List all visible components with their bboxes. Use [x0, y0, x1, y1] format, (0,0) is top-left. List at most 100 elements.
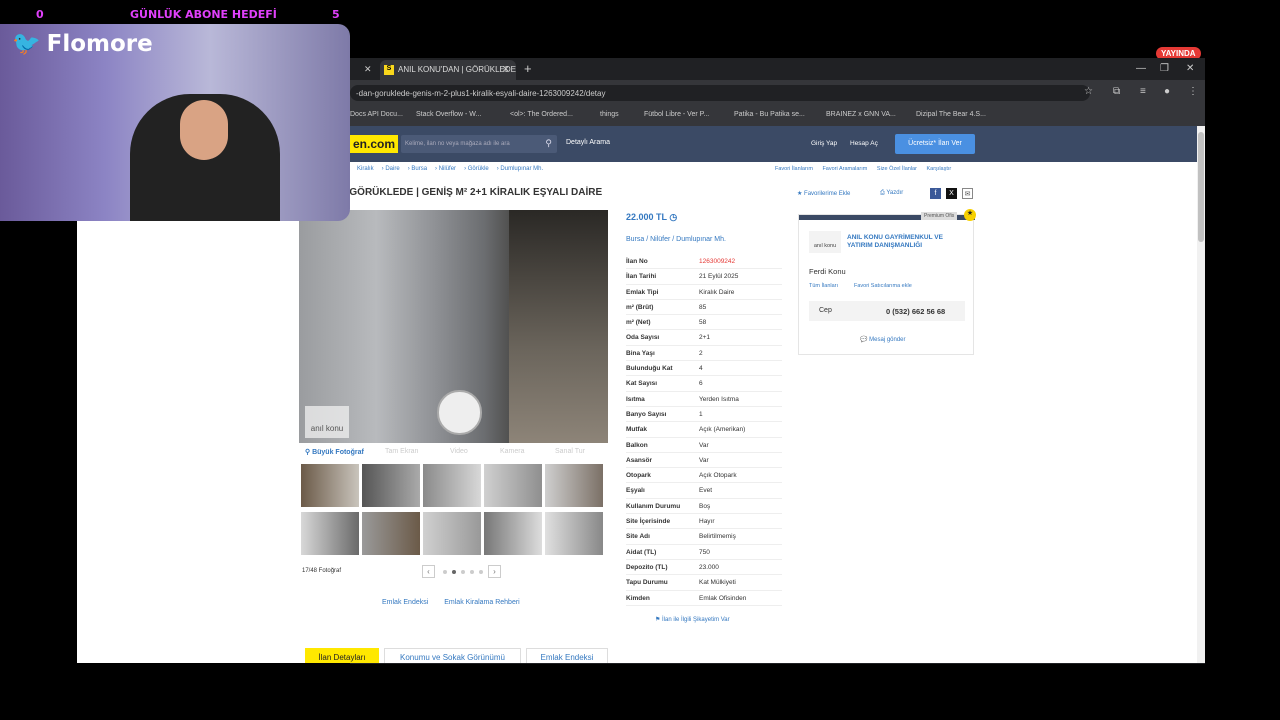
bookmark-folder[interactable]: things	[600, 111, 619, 118]
print-link[interactable]: ⎙ Yazdır	[880, 190, 903, 197]
favorite-searches-link[interactable]: Favori Aramalarım	[822, 166, 867, 172]
phone-number[interactable]: 0 (532) 662 56 68	[886, 307, 945, 316]
agent-logo[interactable]: anıl konu	[809, 231, 841, 253]
thumbnail[interactable]	[301, 512, 359, 555]
search-icon[interactable]: ⚲	[545, 138, 552, 149]
spec-key: Aidat (TL)	[626, 548, 657, 556]
thumbnail[interactable]	[362, 464, 420, 507]
pager-dot[interactable]	[470, 570, 474, 574]
fullscreen-tab[interactable]: Tam Ekran	[385, 448, 418, 455]
all-listings-link[interactable]: Tüm İlanları	[809, 283, 838, 289]
under-photo-links: Emlak Endeksi Emlak Kiralama Rehberi	[382, 599, 534, 606]
tab-listing-details[interactable]: İlan Detayları	[305, 648, 379, 663]
pager-dot[interactable]	[443, 570, 447, 574]
pager-dot[interactable]	[452, 570, 456, 574]
extensions-icon[interactable]: ⧉	[1113, 86, 1120, 97]
breadcrumb-item[interactable]: Nilüfer	[439, 166, 456, 172]
login-link[interactable]: Giriş Yap	[811, 140, 837, 147]
register-link[interactable]: Hesap Aç	[850, 140, 878, 147]
favorite-listings-link[interactable]: Favori İlanlarım	[775, 166, 813, 172]
pager-dot[interactable]	[461, 570, 465, 574]
virtual-tour-tab[interactable]: Sanal Tur	[555, 448, 585, 455]
breadcrumb-item[interactable]: Bursa	[411, 166, 427, 172]
streamer-head	[180, 100, 228, 160]
profile-icon[interactable]: ●	[1164, 86, 1170, 97]
close-tab-icon[interactable]: ✕	[364, 64, 372, 75]
post-listing-button[interactable]: Ücretsiz* İlan Ver	[895, 134, 975, 154]
x-icon[interactable]: X	[946, 188, 957, 199]
thumbnail[interactable]	[362, 512, 420, 555]
price-history-icon[interactable]: ◷	[669, 212, 677, 222]
site-search-input[interactable]: Kelime, ilan no veya mağaza adı ile ara …	[401, 135, 557, 153]
thumbnail[interactable]	[545, 512, 603, 555]
breadcrumb-item[interactable]: Dumlupınar Mh.	[500, 166, 543, 172]
thumbnail[interactable]	[423, 464, 481, 507]
close-tab-icon[interactable]: ✕	[502, 64, 510, 75]
bookmark-star-icon[interactable]: ☆	[1084, 86, 1093, 97]
special-listings-link[interactable]: Size Özel İlanlar	[877, 166, 917, 172]
prev-photo-button[interactable]: ‹	[422, 565, 435, 578]
detailed-search-link[interactable]: Detaylı Arama	[566, 139, 610, 146]
compare-link[interactable]: Karşılaştır	[926, 166, 951, 172]
bookmark-item[interactable]: <ol>: The Ordered...	[510, 111, 573, 118]
bookmark-item[interactable]: Patika - Bu Patika se...	[734, 111, 805, 118]
breadcrumb-item[interactable]: Görükle	[468, 166, 489, 172]
spec-value: Hayır	[699, 518, 715, 526]
tab-real-estate-index[interactable]: Emlak Endeksi	[526, 648, 608, 663]
real-estate-index-link[interactable]: Emlak Endeksi	[382, 599, 428, 606]
spec-key: Banyo Sayısı	[626, 410, 667, 418]
spec-value: 1	[699, 410, 703, 418]
spec-row: m² (Brüt) 85	[626, 300, 782, 316]
thumbnail[interactable]	[301, 464, 359, 507]
breadcrumb-item[interactable]: Kiralık	[357, 166, 374, 172]
bookmark-item[interactable]: BRAINEZ x GNN VA...	[826, 111, 896, 118]
site-logo[interactable]: en.com	[350, 135, 399, 153]
tab-active[interactable]: S ANIL KONU'DAN | GÖRÜKLEDE |	[380, 60, 516, 80]
menu-icon[interactable]: ⋮	[1188, 86, 1198, 97]
thumbnail[interactable]	[484, 464, 542, 507]
rental-guide-link[interactable]: Emlak Kiralama Rehberi	[444, 599, 519, 606]
video-tab[interactable]: Video	[450, 448, 468, 455]
spec-row: Balkon Var	[626, 438, 782, 453]
spec-key: Oda Sayısı	[626, 334, 660, 342]
spec-value: Kat Mülkiyeti	[699, 579, 736, 587]
new-tab-icon[interactable]: +	[524, 61, 532, 76]
main-photo[interactable]: anıl konu	[299, 210, 608, 443]
spec-row: Asansör Var	[626, 453, 782, 469]
thumbnail[interactable]	[545, 464, 603, 507]
address-bar[interactable]: -dan-goruklede-genis-m-2-plus1-kiralik-e…	[350, 85, 1090, 101]
email-icon[interactable]: ✉	[962, 188, 973, 199]
add-favorite-link[interactable]: ★ Favorilerime Ekle	[797, 190, 850, 197]
large-photo-tab[interactable]: ⚲ Büyük Fotoğraf	[305, 448, 364, 456]
agent-company-name[interactable]: ANIL KONU GAYRİMENKUL VE YATIRIM DANIŞMA…	[847, 234, 962, 250]
camera-tab[interactable]: Kamera	[500, 448, 525, 455]
agent-person-name: Ferdi Konu	[809, 267, 846, 276]
spec-value: Evet	[699, 487, 713, 495]
send-message-link[interactable]: 💬 Mesaj gönder	[860, 336, 906, 343]
spec-key: Kimden	[626, 594, 650, 602]
minimize-icon[interactable]: —	[1136, 63, 1146, 74]
report-link[interactable]: ⚑ İlan ile İlgili Şikayetim Var	[655, 616, 730, 623]
media-icon[interactable]: ≡	[1140, 86, 1146, 97]
spec-key: Asansör	[626, 456, 653, 464]
bookmark-item[interactable]: Stack Overflow - W...	[416, 111, 481, 118]
thumbnail[interactable]	[423, 512, 481, 555]
bookmark-item[interactable]: Fütbol Libre - Ver P...	[644, 111, 709, 118]
spec-key: Tapu Durumu	[626, 579, 668, 587]
breadcrumb-item[interactable]: Daire	[385, 166, 399, 172]
facebook-icon[interactable]: f	[930, 188, 941, 199]
tab-location[interactable]: Konumu ve Sokak Görünümü	[384, 648, 521, 663]
spec-key: Balkon	[626, 441, 648, 449]
pager-dot[interactable]	[479, 570, 483, 574]
thumbnail[interactable]	[484, 512, 542, 555]
close-window-icon[interactable]: ✕	[1186, 63, 1194, 74]
add-favorite-seller-link[interactable]: Favori Satıcılarıma ekle	[854, 283, 912, 289]
scrollbar-thumb[interactable]	[1198, 132, 1204, 242]
next-photo-button[interactable]: ›	[488, 565, 501, 578]
bookmark-item[interactable]: Docs API Docu...	[350, 111, 403, 118]
restore-icon[interactable]: ❐	[1160, 63, 1169, 74]
listing-location[interactable]: Bursa / Nilüfer / Dumlupınar Mh.	[626, 236, 726, 243]
bookmark-item[interactable]: Dizipal The Bear 4.S...	[916, 111, 986, 118]
sahibinden-favicon: S	[384, 65, 394, 75]
page-scrollbar[interactable]	[1197, 126, 1205, 663]
